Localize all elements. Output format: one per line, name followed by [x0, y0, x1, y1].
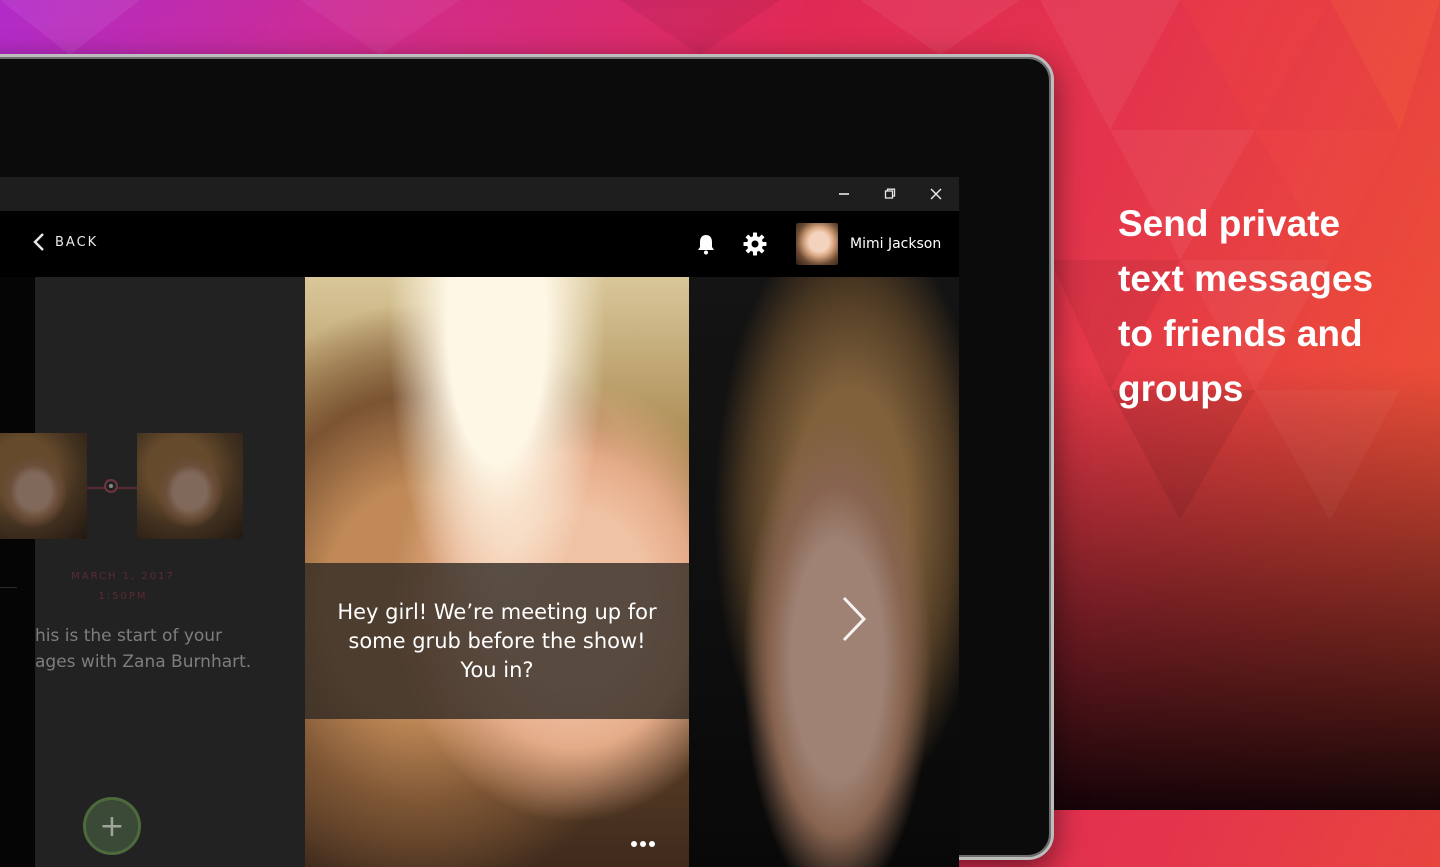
restore-icon: [884, 188, 896, 199]
avatar: [796, 223, 838, 265]
promo-line: text messages: [1118, 258, 1374, 299]
close-button[interactable]: [913, 177, 959, 211]
connector-node: [104, 479, 118, 493]
time-label: 1:50PM: [98, 591, 148, 602]
gear-icon: [743, 232, 767, 256]
app-window: BACK Mimi Jackson MARCH 1, 2017 1:50PM h…: [0, 177, 959, 867]
conversation-intro: his is the start of your ages with Zana …: [35, 623, 303, 675]
message-text: Hey girl! We’re meeting up for some grub…: [337, 599, 657, 682]
message-photo[interactable]: Hey girl! We’re meeting up for some grub…: [305, 277, 689, 867]
restore-button[interactable]: [867, 177, 913, 211]
date-label: MARCH 1, 2017: [71, 571, 175, 582]
more-options-button[interactable]: [631, 841, 655, 847]
message-overlay: Hey girl! We’re meeting up for some grub…: [305, 563, 689, 719]
bell-icon: [698, 235, 714, 255]
minimize-button[interactable]: [821, 177, 867, 211]
sidebar-strip: [0, 277, 35, 867]
back-button[interactable]: BACK: [33, 233, 98, 251]
promo-line: Send private: [1118, 203, 1341, 244]
minimize-icon: [839, 193, 849, 195]
divider: [0, 587, 17, 588]
intro-line: ages with Zana Burnhart.: [35, 652, 252, 672]
user-name: Mimi Jackson: [850, 236, 942, 252]
promo-line: to friends and: [1118, 313, 1363, 354]
participant-photo[interactable]: [0, 433, 87, 539]
app-header: BACK Mimi Jackson: [0, 211, 959, 277]
more-dots-icon: [631, 841, 637, 847]
tablet-frame: BACK Mimi Jackson MARCH 1, 2017 1:50PM h…: [0, 54, 1054, 867]
back-label: BACK: [55, 234, 99, 250]
promo-line: groups: [1118, 368, 1244, 409]
participant-photo[interactable]: [137, 433, 243, 539]
window-titlebar: [0, 177, 959, 211]
new-message-button[interactable]: +: [83, 797, 141, 855]
settings-button[interactable]: [742, 231, 768, 257]
next-message-photo[interactable]: [689, 277, 959, 867]
chevron-right-icon[interactable]: [839, 595, 869, 643]
conversation-date: MARCH 1, 2017 1:50PM: [63, 567, 183, 607]
plus-icon: +: [99, 808, 125, 844]
user-profile[interactable]: Mimi Jackson: [796, 223, 941, 265]
close-icon: [930, 188, 942, 200]
promo-caption: Send private text messages to friends an…: [1118, 196, 1408, 416]
conversation-view: MARCH 1, 2017 1:50PM his is the start of…: [0, 277, 959, 867]
notifications-button[interactable]: [693, 231, 719, 257]
chevron-left-icon: [33, 233, 44, 251]
intro-line: his is the start of your: [35, 626, 223, 646]
